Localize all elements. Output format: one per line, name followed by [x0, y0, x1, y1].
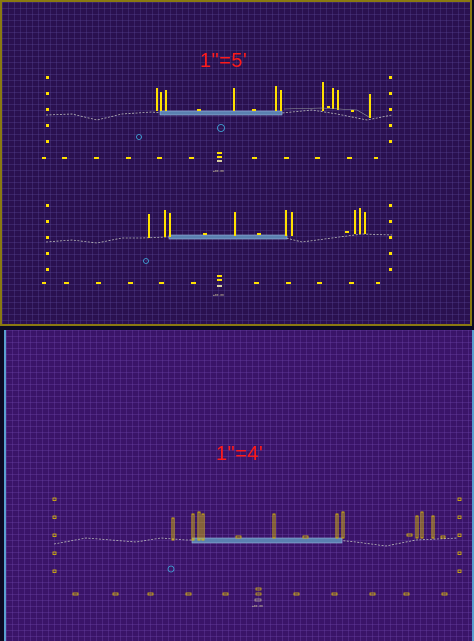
section-label-block-1: ±00.00 — [213, 152, 224, 173]
station-dash-row-2 — [42, 282, 380, 284]
section-label-2: ±00.00 — [213, 293, 224, 297]
right-tick-column-3 — [457, 497, 462, 573]
small-marks-2 — [203, 231, 349, 235]
channel-bar-2 — [168, 234, 288, 240]
section-label-3: ±00.00 — [252, 604, 263, 608]
bottom-section-canvas: ±00.00 — [52, 497, 462, 608]
left-tick-column-2 — [46, 204, 49, 271]
right-tick-column-2 — [389, 204, 392, 271]
survey-circle — [136, 134, 142, 140]
small-marks-3 — [235, 533, 446, 539]
survey-circle-3 — [143, 258, 149, 264]
section-label-block-2: ±00.00 — [213, 275, 224, 297]
left-tick-column — [46, 76, 49, 143]
cross-section-2: ±00.00 — [42, 204, 393, 297]
right-tick-column — [389, 76, 392, 143]
bottom-drawing-panel: ±00.00 1"=4' — [4, 330, 474, 641]
section-label-1: ±00.00 — [213, 169, 224, 173]
cross-section-1: ±00.00 — [42, 76, 393, 173]
scale-label-top: 1"=5' — [200, 50, 248, 72]
channel-bar — [159, 110, 283, 116]
slope-line — [283, 107, 370, 118]
station-dash-row — [42, 157, 378, 159]
survey-circle-2 — [217, 124, 225, 132]
top-drawing-panel: ±00.00 ±00.00 1"=5' — [0, 0, 472, 326]
left-tick-column-3 — [52, 497, 57, 573]
survey-circle-4 — [167, 565, 175, 573]
channel-bar-3 — [191, 537, 343, 544]
cross-section-3: ±00.00 — [52, 497, 462, 608]
section-label-block-3: ±00.00 — [252, 587, 263, 608]
scale-label-bottom: 1"=4' — [216, 443, 264, 465]
